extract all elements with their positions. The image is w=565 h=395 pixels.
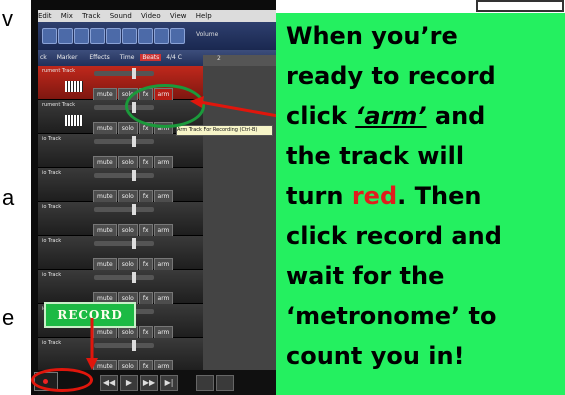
toolbar: Volume [38,22,278,50]
instruction-line: count you in! [286,342,465,370]
volume-fader[interactable] [94,136,154,147]
instrument-icon [65,81,83,92]
slide-text-fragment: a [2,185,15,210]
instruction-line: click record and [286,222,502,250]
volume-fader[interactable] [94,170,154,181]
track-row[interactable]: io Trackmutesolofxarm [38,338,203,373]
menu-video[interactable]: Video [141,12,161,20]
menu-view[interactable]: View [170,12,187,20]
instruction-line: turn red. Then [286,182,482,210]
effects-button[interactable]: Effects [89,54,109,61]
zoom-icon[interactable] [138,28,153,44]
track-row[interactable]: io Trackmutesolofxarm [38,202,203,237]
menu-edit[interactable]: Edit [38,12,52,20]
play-button[interactable]: ▶ [120,375,138,391]
volume-fader[interactable] [94,238,154,249]
red-keyword: red [351,182,398,210]
fast-forward-button[interactable]: ▶▶ [140,375,158,391]
menu-help[interactable]: Help [196,12,212,20]
zoom-out-icon[interactable] [154,28,169,44]
track-name: rument Track [42,102,75,108]
instruction-line: the track will [286,142,465,170]
meter-label: 4/4 C [166,54,182,61]
instruction-line: click ‘arm’ and [286,102,486,130]
track-row[interactable]: io Trackmutesolofxarm [38,168,203,203]
menu-track[interactable]: Track [82,12,100,20]
track-name: io Track [42,170,62,176]
slide-text-fragment: e [2,305,15,330]
ruler-mark: 2 [217,55,221,62]
menu-mix[interactable]: Mix [61,12,73,20]
track-name: rument Track [42,68,75,74]
filter-left: ck [40,54,47,61]
folder-icon[interactable] [42,28,57,44]
menu-sound[interactable]: Sound [110,12,132,20]
track-name: io Track [42,204,62,210]
track-name: io Track [42,136,62,142]
slide-text-fragment: v [2,6,13,31]
timeline-ruler[interactable]: 2 [203,55,278,66]
arm-keyword: ‘arm’ [355,102,427,130]
settings-button[interactable] [216,375,234,391]
arm-pointer-arrow [190,96,279,118]
metronome-button[interactable] [196,375,214,391]
volume-label: Volume [196,31,219,38]
piano-icon[interactable] [74,28,89,44]
instruction-line: When you’re [286,22,458,50]
volume-fader[interactable] [94,340,154,351]
record-pointer-arrow [86,318,98,370]
loop-icon[interactable] [106,28,121,44]
volume-fader[interactable] [94,272,154,283]
settings-icon[interactable] [170,28,185,44]
volume-fader[interactable] [94,204,154,215]
instruction-line: ready to record [286,62,496,90]
end-button[interactable]: ▶| [160,375,178,391]
save-icon[interactable] [58,28,73,44]
panel-top-box [476,0,564,12]
menu-bar: Edit Mix Track Sound Video View Help [38,10,278,22]
track-row[interactable]: io Trackmutesolofxarm [38,270,203,305]
instruction-line: wait for the [286,262,445,290]
undo-icon[interactable] [122,28,137,44]
time-button[interactable]: Time [120,54,135,61]
beats-button[interactable]: Beats [140,54,162,61]
track-name: io Track [42,272,62,278]
track-name: io Track [42,340,62,346]
instruction-line: ‘metronome’ to [286,302,497,330]
volume-fader[interactable] [94,68,154,79]
track-row[interactable]: io Trackmutesolofxarm [38,236,203,271]
markers-button[interactable]: Marker [57,54,78,61]
arm-tooltip: Arm Track For Recording (Ctrl-B) [176,125,273,136]
record-highlight-circle [31,368,93,392]
instruction-text: When you’re ready to record click ‘arm’ … [286,16,565,376]
rewind-button[interactable]: ◀◀ [100,375,118,391]
instrument-icon [65,115,83,126]
track-name: io Track [42,238,62,244]
track-row[interactable]: io Trackmutesolofxarm [38,134,203,169]
record-icon[interactable] [90,28,105,44]
